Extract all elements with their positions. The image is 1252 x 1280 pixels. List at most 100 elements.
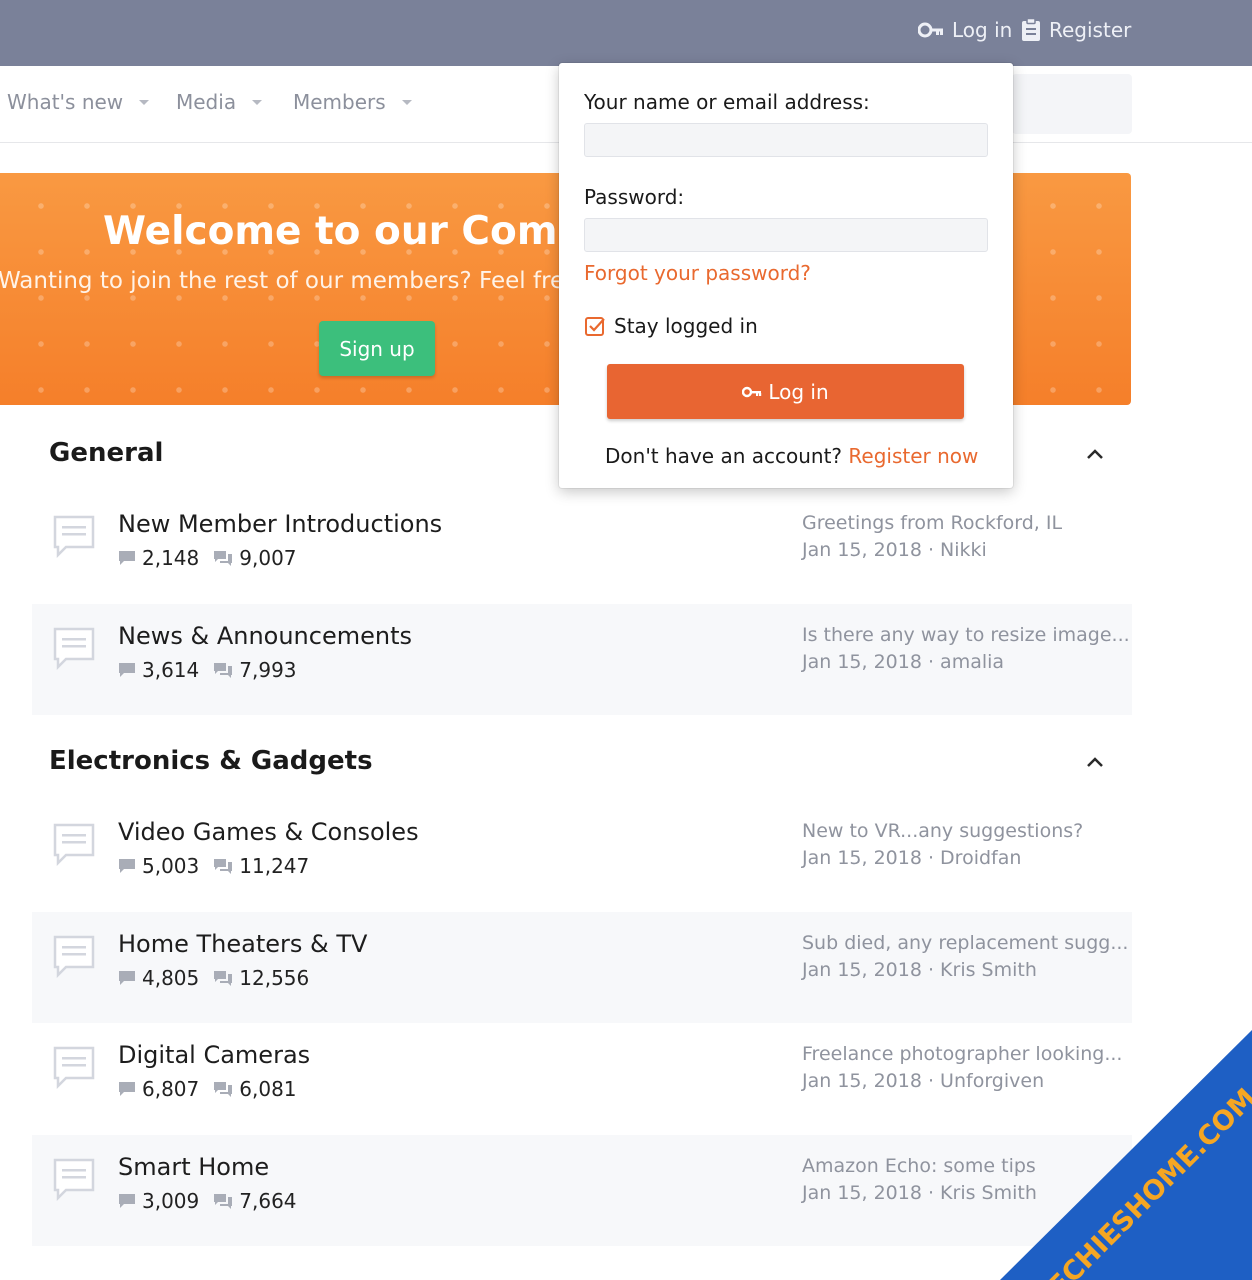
section-title-electronics: Electronics & Gadgets bbox=[49, 746, 373, 776]
register-link-label: Register bbox=[1049, 18, 1132, 42]
no-account-text: Don't have an account? bbox=[605, 444, 849, 468]
sign-up-button[interactable]: Sign up bbox=[319, 321, 435, 376]
messages-icon bbox=[213, 1193, 233, 1209]
password-input[interactable] bbox=[584, 218, 988, 252]
latest-thread-title[interactable]: Freelance photographer looking... bbox=[802, 1043, 1122, 1065]
clipboard-icon bbox=[1021, 18, 1041, 42]
nav-item-media[interactable]: Media bbox=[176, 90, 263, 114]
forum-icon bbox=[52, 822, 96, 870]
nav-item-label: Members bbox=[293, 90, 386, 114]
forum-row[interactable]: New Member Introductions 2,148 9,007 Gre… bbox=[32, 492, 1132, 603]
latest-thread-meta[interactable]: Jan 15, 2018 · Unforgiven bbox=[802, 1070, 1044, 1092]
search-box[interactable] bbox=[1012, 74, 1132, 134]
login-link-label: Log in bbox=[952, 18, 1013, 42]
latest-thread-meta[interactable]: Jan 15, 2018 · Kris Smith bbox=[802, 1182, 1037, 1204]
thread-count: 4,805 bbox=[142, 966, 200, 990]
forum-icon bbox=[52, 514, 96, 562]
name-email-input[interactable] bbox=[584, 123, 988, 157]
top-bar: Log in Register bbox=[0, 0, 1252, 66]
collapse-general-button[interactable] bbox=[1082, 444, 1108, 464]
message-count: 7,993 bbox=[239, 658, 297, 682]
messages-icon bbox=[213, 970, 233, 986]
register-now-link[interactable]: Register now bbox=[848, 444, 978, 468]
message-count: 11,247 bbox=[239, 854, 310, 878]
threads-icon bbox=[118, 662, 136, 678]
forum-stats: 3,614 7,993 bbox=[118, 658, 297, 682]
chevron-up-icon bbox=[1087, 757, 1103, 767]
latest-thread-title[interactable]: Amazon Echo: some tips bbox=[802, 1155, 1036, 1177]
forum-row[interactable]: Smart Home 3,009 7,664 Amazon Echo: some… bbox=[32, 1135, 1132, 1246]
latest-thread-meta[interactable]: Jan 15, 2018 · amalia bbox=[802, 651, 1004, 673]
threads-icon bbox=[118, 1193, 136, 1209]
forum-title[interactable]: New Member Introductions bbox=[118, 510, 442, 538]
forum-icon bbox=[52, 1157, 96, 1205]
threads-icon bbox=[118, 970, 136, 986]
latest-thread-title[interactable]: Sub died, any replacement sugg... bbox=[802, 932, 1128, 954]
forum-title[interactable]: Digital Cameras bbox=[118, 1041, 310, 1069]
forum-stats: 4,805 12,556 bbox=[118, 966, 309, 990]
forgot-password-link[interactable]: Forgot your password? bbox=[584, 261, 811, 285]
messages-icon bbox=[213, 662, 233, 678]
banner-title: Welcome to our Commu bbox=[103, 209, 626, 254]
section-title-general: General bbox=[49, 438, 164, 468]
name-field-label: Your name or email address: bbox=[584, 90, 870, 114]
login-link[interactable]: Log in bbox=[918, 18, 1012, 42]
login-submit-button[interactable]: Log in bbox=[607, 364, 964, 419]
thread-count: 3,009 bbox=[142, 1189, 200, 1213]
thread-count: 2,148 bbox=[142, 546, 200, 570]
forum-title[interactable]: Home Theaters & TV bbox=[118, 930, 367, 958]
stay-logged-in-checkbox[interactable]: Stay logged in bbox=[584, 314, 758, 338]
forum-icon bbox=[52, 626, 96, 674]
latest-thread-meta[interactable]: Jan 15, 2018 · Nikki bbox=[802, 539, 987, 561]
key-icon bbox=[742, 386, 762, 398]
thread-count: 3,614 bbox=[142, 658, 200, 682]
forum-stats: 3,009 7,664 bbox=[118, 1189, 297, 1213]
checkbox-checked-icon[interactable] bbox=[584, 315, 606, 337]
forum-icon bbox=[52, 934, 96, 982]
forum-row[interactable]: Video Games & Consoles 5,003 11,247 New … bbox=[32, 800, 1132, 911]
message-count: 6,081 bbox=[239, 1077, 297, 1101]
messages-icon bbox=[213, 550, 233, 566]
forum-title[interactable]: Smart Home bbox=[118, 1153, 269, 1181]
forum-title[interactable]: News & Announcements bbox=[118, 622, 412, 650]
forum-stats: 5,003 11,247 bbox=[118, 854, 309, 878]
nav-item-members[interactable]: Members bbox=[293, 90, 412, 114]
forum-title[interactable]: Video Games & Consoles bbox=[118, 818, 419, 846]
forum-row[interactable]: Digital Cameras 6,807 6,081 Freelance ph… bbox=[32, 1023, 1132, 1134]
chevron-up-icon bbox=[1087, 449, 1103, 459]
thread-count: 5,003 bbox=[142, 854, 200, 878]
forum-row[interactable]: News & Announcements 3,614 7,993 Is ther… bbox=[32, 604, 1132, 715]
latest-thread-title[interactable]: New to VR...any suggestions? bbox=[802, 820, 1083, 842]
banner-subtitle: Wanting to join the rest of our members?… bbox=[0, 268, 579, 294]
nav-item-whats-new[interactable]: What's new bbox=[7, 90, 150, 114]
threads-icon bbox=[118, 550, 136, 566]
login-popup: Your name or email address: Password: Fo… bbox=[559, 63, 1013, 488]
chevron-down-icon[interactable] bbox=[252, 99, 263, 105]
chevron-down-icon[interactable] bbox=[401, 99, 412, 105]
forum-icon bbox=[52, 1045, 96, 1093]
key-icon bbox=[918, 22, 944, 38]
message-count: 9,007 bbox=[239, 546, 297, 570]
nav-item-label: What's new bbox=[7, 90, 124, 114]
stay-logged-in-label: Stay logged in bbox=[614, 314, 758, 338]
register-link[interactable]: Register bbox=[1021, 18, 1131, 42]
no-account-prompt: Don't have an account? Register now bbox=[605, 444, 978, 468]
forum-stats: 2,148 9,007 bbox=[118, 546, 297, 570]
forum-row[interactable]: Home Theaters & TV 4,805 12,556 Sub died… bbox=[32, 912, 1132, 1023]
message-count: 12,556 bbox=[239, 966, 310, 990]
thread-count: 6,807 bbox=[142, 1077, 200, 1101]
collapse-electronics-button[interactable] bbox=[1082, 752, 1108, 772]
password-field-label: Password: bbox=[584, 185, 685, 209]
latest-thread-meta[interactable]: Jan 15, 2018 · Droidfan bbox=[802, 847, 1021, 869]
messages-icon bbox=[213, 1081, 233, 1097]
threads-icon bbox=[118, 858, 136, 874]
latest-thread-meta[interactable]: Jan 15, 2018 · Kris Smith bbox=[802, 959, 1037, 981]
latest-thread-title[interactable]: Greetings from Rockford, IL bbox=[802, 512, 1062, 534]
messages-icon bbox=[213, 858, 233, 874]
nav-item-label: Media bbox=[176, 90, 237, 114]
forum-stats: 6,807 6,081 bbox=[118, 1077, 297, 1101]
threads-icon bbox=[118, 1081, 136, 1097]
latest-thread-title[interactable]: Is there any way to resize image... bbox=[802, 624, 1130, 646]
login-submit-label: Log in bbox=[768, 379, 829, 404]
chevron-down-icon[interactable] bbox=[139, 99, 150, 105]
